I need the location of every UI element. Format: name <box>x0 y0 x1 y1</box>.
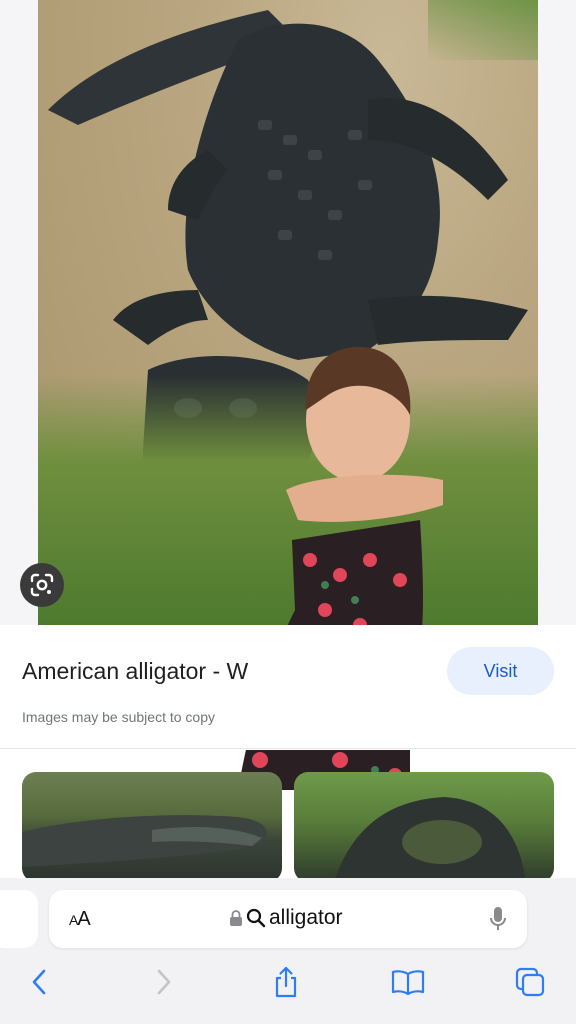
bookmarks-button[interactable] <box>388 962 428 1002</box>
address-display[interactable]: alligator <box>229 906 343 930</box>
lock-icon <box>230 910 242 926</box>
alligator-thumbnail-2 <box>334 797 526 882</box>
result-panel: American alligator - W Images may be sub… <box>0 625 576 750</box>
alligator-photo[interactable] <box>38 0 538 625</box>
visit-button[interactable]: Visit <box>447 647 554 695</box>
tabs-icon <box>515 967 545 997</box>
previous-tab-card[interactable] <box>0 890 38 948</box>
chevron-left-icon <box>32 969 46 995</box>
reader-settings-button[interactable]: AA <box>69 908 91 931</box>
microphone-icon <box>490 907 506 930</box>
google-lens-button[interactable] <box>20 563 64 607</box>
google-lens-icon <box>30 573 54 597</box>
address-text: alligator <box>269 906 343 929</box>
book-icon <box>391 970 425 996</box>
chevron-right-icon <box>157 969 171 995</box>
divider <box>0 748 576 749</box>
image-viewer <box>0 0 576 625</box>
related-image-2[interactable] <box>294 772 554 882</box>
search-icon <box>246 908 266 928</box>
tabs-button[interactable] <box>510 962 550 1002</box>
microphone-button[interactable] <box>489 906 507 937</box>
alligator-thumbnail-1 <box>22 815 267 867</box>
copyright-note: Images may be subject to copy <box>22 709 215 725</box>
related-image-1[interactable] <box>22 772 282 882</box>
address-bar[interactable]: AA alligator <box>49 890 527 948</box>
share-button[interactable] <box>266 962 306 1002</box>
back-button[interactable] <box>19 962 59 1002</box>
result-title[interactable]: American alligator - W <box>22 658 248 685</box>
forward-button[interactable] <box>144 962 184 1002</box>
share-icon <box>275 966 297 998</box>
child-overlay <box>286 346 443 522</box>
